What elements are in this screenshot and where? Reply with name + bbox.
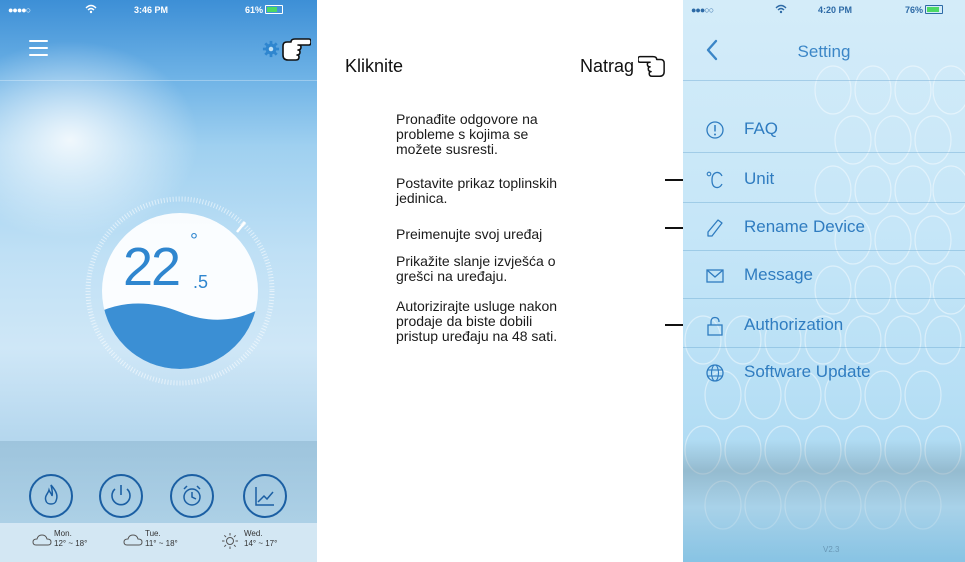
battery-percent: 61% [245,5,264,15]
signal-indicator: ●●●○○ [691,5,714,15]
settings-item-software-update[interactable]: Software Update [683,356,965,396]
settings-item-label: Authorization [744,315,844,334]
gear-icon[interactable] [262,40,280,58]
pointing-hand-icon [638,55,665,78]
heat-mode-button[interactable] [29,474,73,518]
wifi-icon [85,4,97,17]
settings-item-authorization[interactable]: Authorization [683,309,965,349]
battery-indicator: 76% [905,5,944,15]
faq-description-line: možete susresti. [396,141,498,157]
faq-description-line: Pronađite odgovore na [396,111,538,127]
status-bar: ●●●○○ 4:20 PM 76% [683,0,965,20]
padlock-icon [707,316,723,336]
thermostat-screen: ●●●●○ 3:46 PM 61% 22 ° .5 Mon. 12° ~ 18°… [0,0,317,562]
rename-description-line: Preimenujte svoj uređaj [396,226,543,242]
envelope-icon [706,269,724,283]
message-description: Prikažite slanje izvješća o grešci na ur… [396,254,556,284]
signal-indicator: ●●●●○ [8,5,31,15]
statistics-button[interactable] [243,474,287,518]
item-divider [683,298,965,299]
battery-indicator: 61% [245,5,284,15]
flame-icon [44,484,58,505]
sun-icon [222,533,238,549]
battery-icon [265,5,284,14]
globe-icon [706,364,724,382]
message-description-line: grešci na uređaju. [396,268,508,284]
cloud-icon [32,534,52,546]
status-bar: ●●●●○ 3:46 PM 61% [0,0,317,20]
timer-button[interactable] [170,474,214,518]
forecast-range: 12° ~ 18° [54,539,88,548]
page-title: Setting [797,42,851,61]
power-icon [111,485,131,506]
version-label: V2.3 [823,545,840,554]
authorization-description-line: prodaje da biste dobili [396,313,533,329]
battery-icon [925,5,944,14]
item-divider [683,250,965,251]
item-divider [683,152,965,153]
unit-description-line: jedinica. [396,190,448,206]
settings-item-label: Unit [744,169,775,188]
settings-item-message[interactable]: Message [683,259,965,299]
alarm-clock-icon [183,485,201,506]
celsius-icon [706,171,723,189]
thermostat-dial[interactable] [85,196,275,386]
info-circle-icon [706,121,724,139]
faq-description-line: probleme s kojima se [396,126,529,142]
item-divider [683,347,965,348]
power-button[interactable] [99,474,143,518]
unit-description-line: Postavite prikaz toplinskih [396,175,558,191]
forecast-range: 11° ~ 18° [145,539,178,548]
battery-percent: 76% [905,5,924,15]
header-divider [0,80,317,81]
message-description-line: Prikažite slanje izvješća o [396,253,556,269]
hamburger-menu-icon[interactable] [29,40,48,56]
chart-icon [255,487,274,506]
temperature-decimal: .5 [193,272,209,292]
forecast-day-name: Mon. [54,529,72,538]
blurred-pool-background [683,440,965,562]
unit-description: Postavite prikaz toplinskih jedinica. [396,176,557,206]
authorization-description-line: pristup uređaju na 48 sati. [396,328,558,344]
settings-item-label: Software Update [744,362,871,381]
pointing-hand-icon [282,38,311,61]
cloud-icon [123,534,143,546]
settings-item-rename-device[interactable]: Rename Device [683,211,965,251]
temperature-value: 22 [123,237,181,297]
back-label: Natrag [580,56,635,76]
forecast-day-name: Tue. [145,529,161,538]
item-divider [683,202,965,203]
settings-item-label: FAQ [744,119,779,138]
authorization-description-line: Autorizirajte usluge nakon [396,298,558,314]
weather-forecast: Mon. 12° ~ 18° Tue. 11° ~ 18° Wed. 14° ~… [0,523,317,562]
click-label: Kliknite [345,56,404,76]
wifi-icon [775,4,787,17]
settings-item-faq[interactable]: FAQ [683,113,965,153]
clock-text: 4:20 PM [818,5,853,15]
settings-item-label: Rename Device [744,217,865,236]
clock-text: 3:46 PM [134,5,169,15]
header-divider [683,80,965,81]
authorization-description: Autorizirajte usluge nakon prodaje da bi… [396,299,557,344]
settings-item-unit[interactable]: Unit [683,163,965,203]
settings-item-label: Message [744,265,813,284]
faq-description: Pronađite odgovore na probleme s kojima … [396,112,538,157]
settings-screen: ●●●○○ 4:20 PM 76% Setting FAQ Unit Renam… [683,0,965,562]
degree-symbol: ° [190,230,198,252]
pencil-icon [707,219,723,237]
forecast-day-name: Wed. [244,529,263,538]
rename-description: Preimenujte svoj uređaj [396,227,542,242]
forecast-range: 14° ~ 17° [244,539,278,548]
